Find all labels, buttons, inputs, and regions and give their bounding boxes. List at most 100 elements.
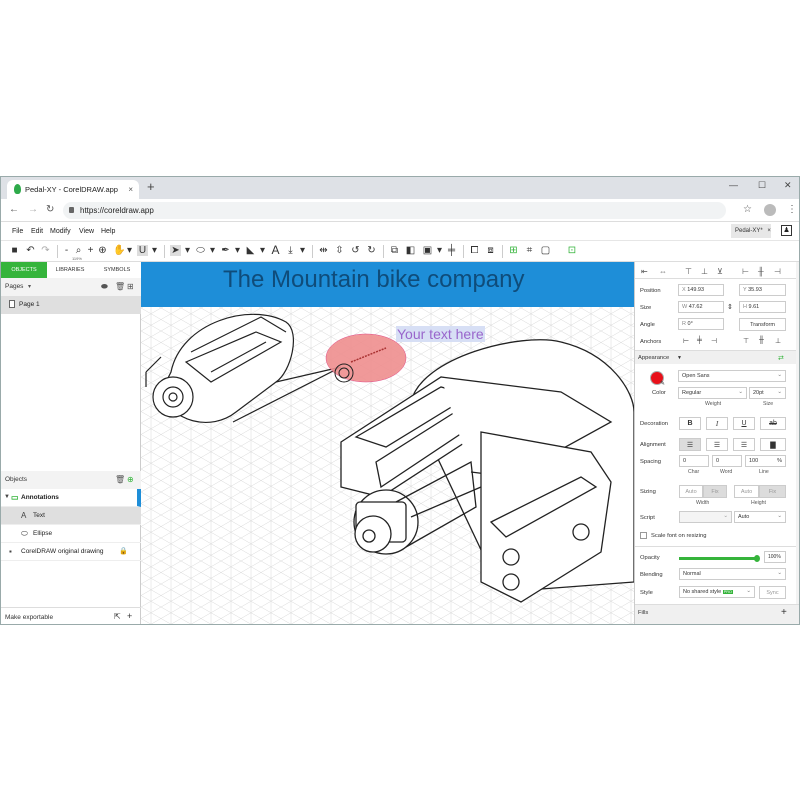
anchor-top-icon[interactable]: ⊤ — [743, 337, 749, 345]
align-left-button[interactable]: ☰ — [679, 438, 701, 451]
rotate-left-icon[interactable]: ↺ — [350, 245, 361, 256]
script-language-select[interactable]: ⌄ — [679, 511, 732, 523]
trash-icon[interactable]: 🗑 — [115, 282, 125, 291]
browser-tab[interactable]: Pedal-XY - CorelDRAW.app × — [7, 180, 139, 199]
font-size-select[interactable]: 20pt ⌄ — [749, 387, 786, 399]
anchor-center-icon[interactable]: ╪ — [697, 337, 702, 344]
expand-triangle-icon[interactable]: ▼ — [4, 494, 10, 500]
redo-icon[interactable]: ↷ — [40, 245, 51, 256]
align-center-icon[interactable]: ⇔ — [659, 267, 667, 276]
new-tab-button[interactable]: + — [147, 179, 155, 194]
chevron-down-icon[interactable]: ▾ — [124, 245, 135, 256]
align-right-button[interactable]: ☰ — [733, 438, 755, 451]
chevron-down-icon[interactable]: ▾ — [232, 245, 243, 256]
chevron-down-icon[interactable]: ▼ — [677, 355, 682, 361]
word-spacing-field[interactable]: 0 — [712, 455, 742, 467]
fills-header[interactable]: Fills + — [635, 604, 799, 624]
strikethrough-button[interactable]: ab — [760, 417, 786, 430]
height-auto-button[interactable]: Auto — [734, 485, 759, 498]
pro-feature-icon[interactable]: ⊡ — [563, 245, 581, 256]
zoom-out-icon[interactable]: - — [61, 245, 72, 256]
lock-icon[interactable]: 🔒 — [119, 547, 128, 555]
mirror-vertical-icon[interactable]: ⇳ — [334, 245, 345, 256]
chevron-down-icon[interactable]: ▾ — [434, 245, 445, 256]
opacity-slider-handle[interactable] — [754, 555, 760, 562]
chevron-down-icon[interactable]: ▾ — [257, 245, 268, 256]
chevron-down-icon[interactable]: ▾ — [297, 245, 308, 256]
font-family-select[interactable]: Open Sans ⌄ — [678, 370, 786, 382]
angle-field[interactable]: R 0° — [678, 318, 724, 330]
height-fix-button[interactable]: Fix — [759, 485, 786, 498]
forward-icon[interactable]: → — [28, 204, 38, 215]
frame-icon[interactable]: ▢ — [540, 245, 551, 256]
shared-style-select[interactable]: No shared style PRO ⌄ — [679, 586, 755, 598]
pan-hand-icon[interactable]: ✋ — [113, 245, 125, 256]
maximize-button[interactable]: ☐ — [758, 180, 766, 191]
zoom-fit-icon[interactable]: ⊕ — [97, 245, 108, 256]
chevron-down-icon[interactable]: ▾ — [182, 245, 193, 256]
ungroup-icon[interactable]: ⧈ — [485, 245, 496, 256]
eyedropper-icon[interactable]: ✎ — [660, 380, 665, 387]
sync-button[interactable]: Sync — [759, 586, 786, 599]
page-item[interactable]: Page 1 — [1, 296, 141, 314]
link-aspect-icon[interactable]: ⇕ — [727, 303, 733, 311]
menu-file[interactable]: File — [12, 228, 23, 235]
height-field[interactable]: H 9.61 — [739, 301, 786, 313]
reload-icon[interactable]: ↻ — [46, 204, 54, 215]
add-export-icon[interactable]: + — [127, 611, 132, 621]
fill-tool-icon[interactable]: ◣ — [245, 245, 256, 256]
add-fill-icon[interactable]: + — [781, 607, 787, 618]
menu-help[interactable]: Help — [101, 228, 115, 235]
y-field[interactable]: Y 35.93 — [739, 284, 786, 296]
clip-icon[interactable]: ⌗ — [524, 245, 535, 256]
tree-item-drawing[interactable]: ▪ CorelDRAW original drawing 🔒 — [1, 543, 141, 561]
tree-item-annotations[interactable]: ▼ ▭ Annotations — [1, 489, 141, 507]
ellipse-tool-icon[interactable]: ⬭ — [195, 245, 206, 256]
anchor-middle-icon[interactable]: ╫ — [759, 337, 764, 344]
pro-icon[interactable]: ⇄ — [778, 354, 784, 362]
shape-icon[interactable]: ◧ — [405, 245, 416, 256]
distribute-right-icon[interactable]: ⊣ — [774, 267, 781, 276]
zoom-icon[interactable]: ⌕ — [73, 245, 84, 256]
chevron-down-icon[interactable]: ▾ — [149, 245, 160, 256]
align-middle-icon[interactable]: ⊥ — [701, 267, 708, 276]
zoom-in-icon[interactable]: + — [85, 245, 96, 256]
combine-icon[interactable]: ⧉ — [389, 245, 400, 256]
menu-view[interactable]: View — [79, 228, 94, 235]
text-object[interactable]: Your text here — [396, 326, 485, 342]
back-icon[interactable]: ← — [9, 204, 19, 215]
url-field[interactable]: https://coreldraw.app — [63, 202, 726, 219]
menu-edit[interactable]: Edit — [31, 228, 43, 235]
tab-objects[interactable]: OBJECTS — [1, 262, 47, 278]
pick-tool-icon[interactable]: ➤ — [170, 245, 181, 256]
char-spacing-field[interactable]: 0 — [679, 455, 709, 467]
anchor-right-icon[interactable]: ⊣ — [711, 337, 717, 345]
tab-close-icon[interactable]: × — [128, 185, 133, 194]
script-select[interactable]: Auto ⌄ — [734, 511, 786, 523]
tree-item-ellipse[interactable]: ⬭ Ellipse — [1, 525, 141, 543]
export-icon[interactable]: ⇱ — [114, 612, 121, 621]
font-weight-select[interactable]: Regular ⌄ — [678, 387, 747, 399]
close-window-button[interactable]: ✕ — [784, 180, 792, 191]
minimize-button[interactable]: — — [729, 180, 738, 190]
drawing-canvas[interactable]: The Mountain bike company Your text here — [141, 262, 634, 624]
appearance-header[interactable]: Appearance ▼ ⇄ — [635, 350, 799, 364]
document-tab-close-icon[interactable]: × — [767, 228, 771, 234]
distribute-center-icon[interactable]: ╫ — [758, 267, 764, 276]
width-field[interactable]: W 47.62 — [678, 301, 724, 313]
add-layer-icon[interactable]: ⊕ — [127, 475, 134, 484]
align-left-edge-icon[interactable]: ⇤ — [641, 267, 648, 276]
opacity-slider[interactable] — [679, 555, 760, 562]
opacity-field[interactable]: 100% — [764, 551, 786, 563]
arrange-icon[interactable]: ▣ — [422, 245, 433, 256]
blending-select[interactable]: Normal ⌄ — [679, 568, 786, 580]
trash-icon[interactable]: 🗑 — [115, 475, 125, 484]
import-icon[interactable]: ⤓ — [285, 245, 296, 256]
rotate-right-icon[interactable]: ↻ — [366, 245, 377, 256]
transform-button[interactable]: Transform — [739, 318, 786, 331]
tab-symbols[interactable]: SYMBOLS — [93, 262, 141, 278]
powerclip-icon[interactable]: ⊞ — [508, 245, 519, 256]
width-auto-button[interactable]: Auto — [679, 485, 703, 498]
width-fix-button[interactable]: Fix — [703, 485, 727, 498]
anchor-bottom-icon[interactable]: ⊥ — [775, 337, 781, 345]
